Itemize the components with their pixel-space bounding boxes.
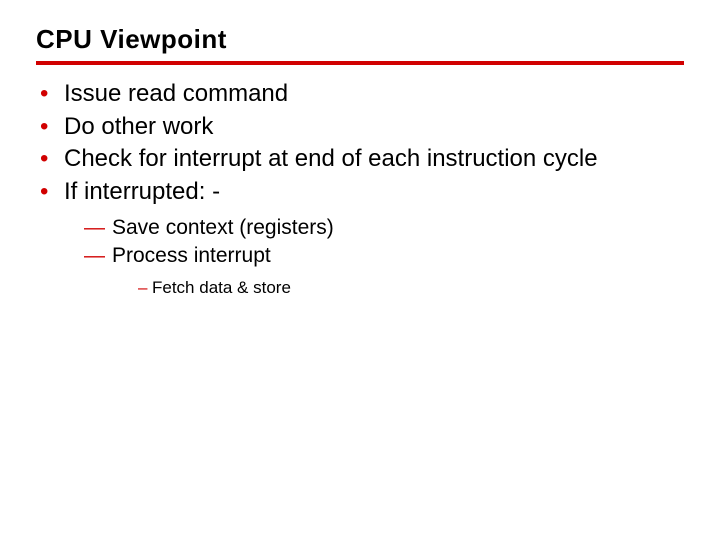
- bullet-text: Save context (registers): [112, 216, 334, 239]
- bullet-list: Issue read command Do other work Check f…: [36, 79, 684, 300]
- slide: CPU Viewpoint Issue read command Do othe…: [0, 0, 720, 300]
- bullet-text: If interrupted: -: [64, 178, 220, 205]
- bullet-text: Check for interrupt at end of each instr…: [64, 145, 598, 172]
- list-item: Process interrupt Fetch data & store: [84, 242, 684, 299]
- list-item: Issue read command: [40, 79, 684, 110]
- bullet-text: Fetch data & store: [152, 278, 291, 297]
- list-item: Fetch data & store: [138, 277, 684, 300]
- bullet-text: Do other work: [64, 113, 213, 140]
- list-item: Check for interrupt at end of each instr…: [40, 144, 684, 175]
- bullet-text: Process interrupt: [112, 244, 271, 267]
- page-title: CPU Viewpoint: [36, 24, 684, 55]
- bullet-text: Issue read command: [64, 80, 288, 107]
- subsub-list: Fetch data & store: [112, 277, 684, 300]
- list-item: If interrupted: - Save context (register…: [40, 177, 684, 299]
- title-rule: [36, 61, 684, 65]
- list-item: Save context (registers): [84, 214, 684, 242]
- sub-list: Save context (registers) Process interru…: [64, 214, 684, 300]
- list-item: Do other work: [40, 112, 684, 143]
